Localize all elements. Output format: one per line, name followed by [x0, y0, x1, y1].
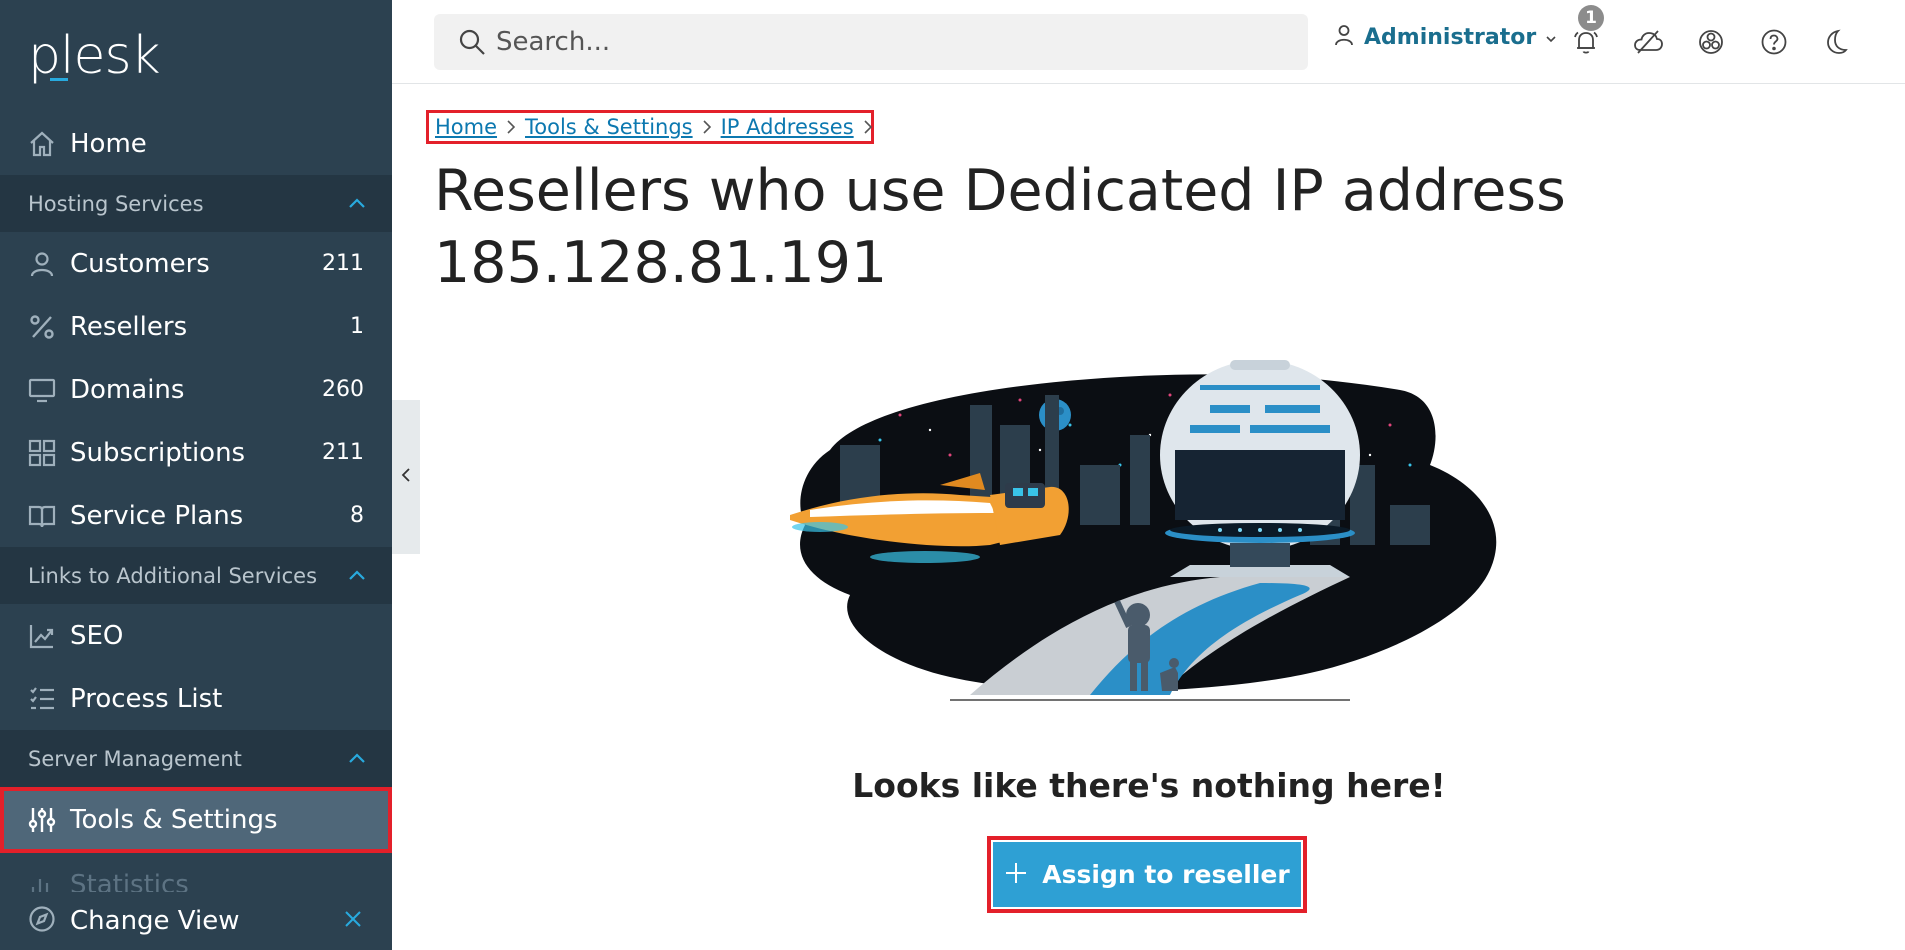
chevron-down-icon [1546, 28, 1556, 47]
breadcrumb-home[interactable]: Home [435, 115, 497, 139]
help-icon[interactable] [1758, 24, 1790, 60]
assign-to-reseller-button[interactable]: Assign to reseller [987, 836, 1307, 913]
chevron-right-icon [864, 120, 872, 134]
user-icon [1334, 24, 1354, 50]
assign-button-label: Assign to reseller [1042, 860, 1290, 889]
user-name: Administrator [1364, 24, 1537, 50]
user-menu[interactable]: Administrator [1334, 24, 1556, 50]
breadcrumb-tools-settings[interactable]: Tools & Settings [525, 115, 693, 139]
notification-badge: 1 [1578, 5, 1604, 31]
section-label: Links to Additional Services [28, 563, 318, 588]
sidebar-item-label: Service Plans [70, 500, 244, 531]
chevron-up-icon [348, 566, 366, 585]
item-count: 260 [322, 377, 364, 402]
assign-button-body[interactable]: Assign to reseller [993, 842, 1301, 907]
chart-icon [28, 622, 56, 650]
percent-icon [28, 313, 56, 341]
plus-icon [1004, 861, 1028, 889]
grid-icon [28, 439, 56, 467]
chevron-right-icon [507, 120, 516, 134]
sidebar-item-label: Resellers [70, 311, 188, 342]
user-icon [28, 250, 56, 278]
search-icon [458, 28, 486, 60]
compass-icon [28, 905, 56, 937]
sidebar-item-label: SEO [70, 620, 124, 651]
home-icon [28, 130, 56, 158]
sidebar-item-label: Customers [70, 248, 210, 279]
sidebar-item-label: Tools & Settings [70, 805, 278, 835]
cloud-off-icon[interactable] [1632, 24, 1664, 60]
chevron-left-icon [401, 467, 411, 487]
plesk-logo[interactable]: plesk [28, 26, 161, 86]
logo-underline [50, 78, 68, 81]
book-icon [28, 502, 56, 530]
sidebar-item-domains[interactable]: Domains 260 [0, 358, 392, 421]
page-title: Resellers who use Dedicated IP address 1… [434, 155, 1634, 299]
sidebar-item-customers[interactable]: Customers 211 [0, 232, 392, 295]
page-title-line2: 185.128.81.191 [434, 230, 888, 296]
search-input[interactable] [496, 22, 1276, 62]
list-icon [28, 685, 56, 713]
change-view-bar[interactable]: Change View [0, 892, 392, 950]
close-icon[interactable] [344, 910, 362, 932]
change-view-label: Change View [70, 906, 240, 936]
item-count: 211 [322, 251, 364, 276]
item-count: 1 [350, 314, 364, 339]
item-count: 8 [350, 503, 364, 528]
sliders-icon [28, 806, 56, 834]
sidebar-item-label: Home [70, 128, 147, 159]
sidebar-item-label: Domains [70, 374, 185, 405]
sidebar-item-subscriptions[interactable]: Subscriptions 211 [0, 421, 392, 484]
sidebar-item-service-plans[interactable]: Service Plans 8 [0, 484, 392, 547]
sidebar-item-resellers[interactable]: Resellers 1 [0, 295, 392, 358]
logo-text: plesk [28, 26, 161, 86]
page-title-line1: Resellers who use Dedicated IP address [434, 158, 1566, 224]
collapse-sidebar-button[interactable] [392, 400, 420, 554]
sidebar-item-process-list[interactable]: Process List [0, 667, 392, 730]
sidebar-item-label: Process List [70, 683, 223, 714]
section-hosting-services[interactable]: Hosting Services [0, 175, 392, 232]
empty-state-message: Looks like there's nothing here! [852, 766, 1446, 805]
section-links-additional-services[interactable]: Links to Additional Services [0, 547, 392, 604]
breadcrumb-ip-addresses[interactable]: IP Addresses [721, 115, 854, 139]
sidebar-item-seo[interactable]: SEO [0, 604, 392, 667]
monitor-icon [28, 376, 56, 404]
chevron-up-icon [348, 194, 366, 213]
item-count: 211 [322, 440, 364, 465]
section-label: Hosting Services [28, 191, 204, 216]
chevron-right-icon [703, 120, 711, 134]
sidebar-item-home[interactable]: Home [0, 112, 392, 175]
extensions-icon[interactable] [1695, 24, 1727, 60]
sidebar: plesk Home Hosting Services Customers 21… [0, 0, 392, 950]
top-header: Administrator 1 [392, 0, 1905, 84]
search-box[interactable] [434, 14, 1308, 70]
dark-mode-moon-icon[interactable] [1820, 24, 1852, 60]
breadcrumb: Home Tools & Settings IP Addresses [426, 110, 874, 144]
sidebar-item-label: Subscriptions [70, 437, 246, 468]
empty-state-illustration [790, 360, 1497, 701]
